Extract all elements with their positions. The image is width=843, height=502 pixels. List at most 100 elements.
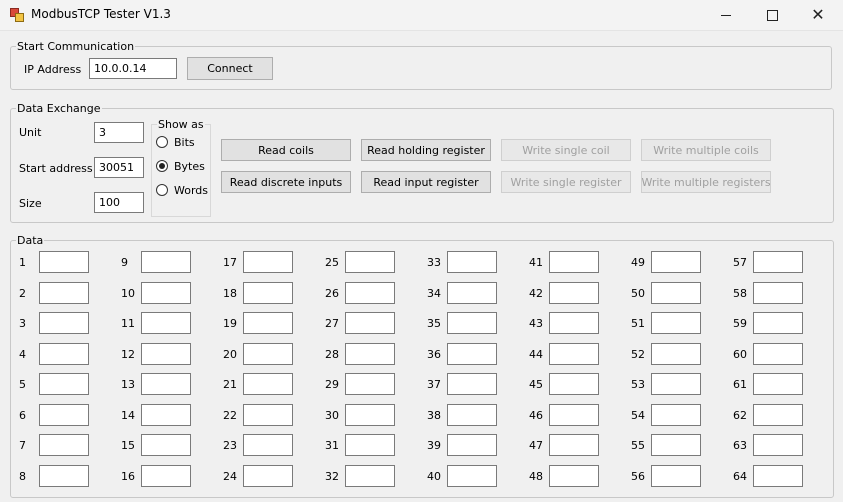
data-field-input[interactable] <box>549 342 599 365</box>
data-field-input[interactable] <box>549 312 599 334</box>
data-field-label: 58 <box>733 286 747 300</box>
data-field-input[interactable] <box>549 251 599 273</box>
data-field-input[interactable] <box>753 312 803 334</box>
read-coils-button[interactable]: Read coils <box>221 139 351 161</box>
data-field-input[interactable] <box>447 373 497 395</box>
data-field-input[interactable] <box>651 251 701 273</box>
maximize-button[interactable] <box>749 0 795 30</box>
data-field-input[interactable] <box>753 434 803 456</box>
size-label: Size <box>19 197 42 210</box>
data-field-input[interactable] <box>243 464 293 487</box>
data-field-input[interactable] <box>753 464 803 487</box>
radio-bytes[interactable] <box>156 160 168 172</box>
data-field-label: 16 <box>121 469 135 483</box>
data-field-input[interactable] <box>39 434 89 456</box>
data-field-input[interactable] <box>141 342 191 365</box>
data-field-label: 34 <box>427 286 441 300</box>
data-field-input[interactable] <box>39 312 89 334</box>
radio-words[interactable] <box>156 184 168 196</box>
write-multiple-coils-button[interactable]: Write multiple coils <box>641 139 771 161</box>
data-field-input[interactable] <box>753 373 803 395</box>
data-field-input[interactable] <box>549 434 599 456</box>
write-single-coil-button[interactable]: Write single coil <box>501 139 631 161</box>
data-field-input[interactable] <box>753 251 803 273</box>
write-multiple-registers-button[interactable]: Write multiple registers <box>641 171 771 193</box>
data-field-label: 1 <box>19 256 26 269</box>
data-field-input[interactable] <box>39 464 89 487</box>
data-field-label: 32 <box>325 469 339 483</box>
data-field-input[interactable] <box>651 342 701 365</box>
data-field-input[interactable] <box>447 434 497 456</box>
close-button[interactable]: ✕ <box>795 0 841 30</box>
data-field-input[interactable] <box>39 373 89 395</box>
data-field-label: 13 <box>121 378 135 391</box>
data-field-input[interactable] <box>345 434 395 456</box>
data-field-input[interactable] <box>345 312 395 334</box>
start-address-label: Start address <box>19 162 93 175</box>
radio-bits[interactable] <box>156 136 168 148</box>
data-field-input[interactable] <box>651 434 701 456</box>
data-field-input[interactable] <box>141 312 191 334</box>
read-input-register-button[interactable]: Read input register <box>361 171 491 193</box>
data-field-input[interactable] <box>549 281 599 304</box>
data-field-input[interactable] <box>447 281 497 304</box>
data-field-input[interactable] <box>243 403 293 426</box>
data-field-input[interactable] <box>141 373 191 395</box>
data-field-input[interactable] <box>753 281 803 304</box>
size-input[interactable] <box>94 192 144 213</box>
data-field-label: 31 <box>325 439 339 452</box>
data-field-input[interactable] <box>345 281 395 304</box>
data-field-input[interactable] <box>651 312 701 334</box>
data-field-input[interactable] <box>243 251 293 273</box>
data-field-input[interactable] <box>345 251 395 273</box>
data-field-input[interactable] <box>141 464 191 487</box>
data-field-input[interactable] <box>753 342 803 365</box>
data-field-input[interactable] <box>549 403 599 426</box>
data-field-label: 56 <box>631 469 645 483</box>
data-field-input[interactable] <box>243 281 293 304</box>
ip-address-input[interactable] <box>89 58 177 79</box>
data-field-input[interactable] <box>243 312 293 334</box>
data-field-label: 60 <box>733 347 747 361</box>
data-field-input[interactable] <box>39 251 89 273</box>
data-field-label: 5 <box>19 378 26 391</box>
write-single-register-button[interactable]: Write single register <box>501 171 631 193</box>
data-field-input[interactable] <box>447 464 497 487</box>
data-field-input[interactable] <box>651 464 701 487</box>
data-field-input[interactable] <box>447 312 497 334</box>
data-field-input[interactable] <box>549 464 599 487</box>
data-field-input[interactable] <box>39 281 89 304</box>
data-field-input[interactable] <box>447 251 497 273</box>
data-field-input[interactable] <box>549 373 599 395</box>
unit-input[interactable] <box>94 122 144 143</box>
data-field-label: 28 <box>325 347 339 361</box>
data-field-input[interactable] <box>651 403 701 426</box>
read-holding-register-button[interactable]: Read holding register <box>361 139 491 161</box>
minimize-button[interactable] <box>703 0 749 30</box>
data-field-label: 59 <box>733 317 747 330</box>
data-field-input[interactable] <box>243 434 293 456</box>
data-field-input[interactable] <box>345 342 395 365</box>
data-field-input[interactable] <box>651 281 701 304</box>
data-field-input[interactable] <box>753 403 803 426</box>
data-field-label: 9 <box>121 256 128 269</box>
data-field-input[interactable] <box>447 403 497 426</box>
data-field-input[interactable] <box>141 281 191 304</box>
data-field-input[interactable] <box>243 373 293 395</box>
data-field-input[interactable] <box>447 342 497 365</box>
data-field-input[interactable] <box>141 403 191 426</box>
start-address-input[interactable] <box>94 157 144 178</box>
app-icon <box>10 8 24 22</box>
data-field-input[interactable] <box>141 251 191 273</box>
data-field-label: 10 <box>121 286 135 300</box>
data-field-input[interactable] <box>651 373 701 395</box>
data-field-input[interactable] <box>345 403 395 426</box>
data-field-input[interactable] <box>345 373 395 395</box>
data-field-input[interactable] <box>141 434 191 456</box>
read-discrete-inputs-button[interactable]: Read discrete inputs <box>221 171 351 193</box>
connect-button[interactable]: Connect <box>187 57 273 80</box>
data-field-input[interactable] <box>345 464 395 487</box>
data-field-input[interactable] <box>39 403 89 426</box>
data-field-input[interactable] <box>243 342 293 365</box>
data-field-input[interactable] <box>39 342 89 365</box>
